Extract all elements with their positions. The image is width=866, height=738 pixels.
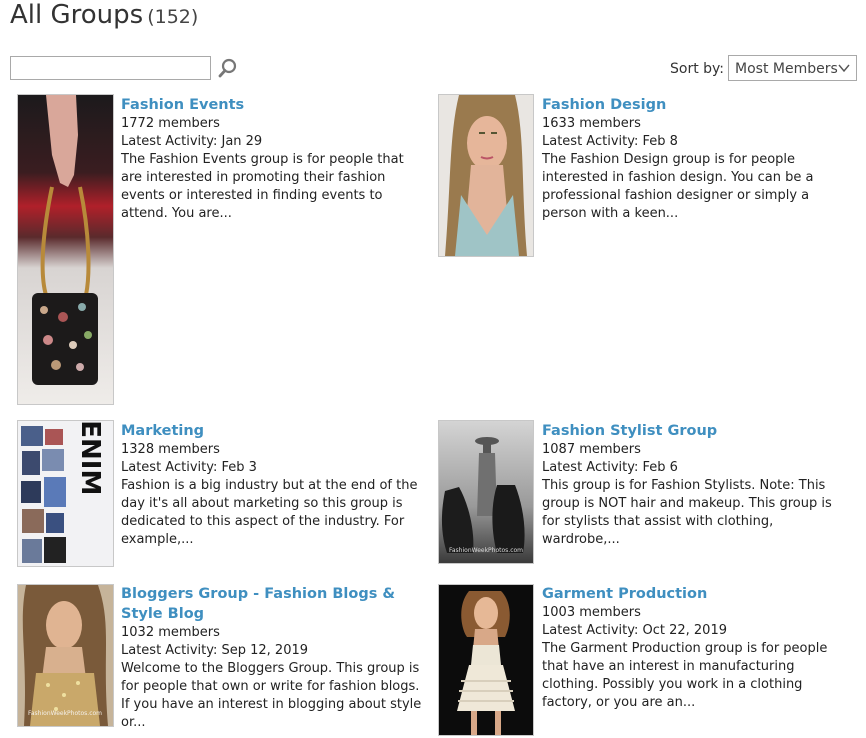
- group-latest-activity: Latest Activity: Feb 8: [542, 134, 678, 149]
- group-latest-activity: Latest Activity: Sep 12, 2019: [121, 643, 309, 658]
- group-description: The Garment Production group is for peop…: [542, 641, 828, 710]
- group-members: 1633 members: [542, 116, 641, 131]
- group-thumbnail-fashion-events[interactable]: [17, 94, 114, 405]
- group-thumbnail-fashion-design[interactable]: [438, 94, 534, 257]
- group-name-link[interactable]: Bloggers Group - Fashion Blogs & Style B…: [121, 584, 431, 624]
- group-thumbnail-bloggers[interactable]: FashionWeekPhotos.com: [17, 584, 114, 727]
- group-name-link[interactable]: Fashion Stylist Group: [542, 421, 842, 441]
- group-description: The Fashion Design group is for people i…: [542, 152, 814, 221]
- group-latest-activity: Latest Activity: Feb 6: [542, 460, 678, 475]
- group-info-fashion-events: Fashion Events 1772 members Latest Activ…: [121, 95, 421, 223]
- group-latest-activity: Latest Activity: Oct 22, 2019: [542, 623, 727, 638]
- denim-thumbnail-text: DENIM: [75, 421, 105, 495]
- sort-selected-value: Most Members: [735, 61, 838, 77]
- chevron-down-icon: [838, 64, 850, 73]
- blogger-thumbnail-caption: FashionWeekPhotos.com: [28, 710, 102, 717]
- page-title: All Groups (152): [10, 0, 198, 30]
- group-name-link[interactable]: Marketing: [121, 421, 421, 441]
- sort-label: Sort by:: [670, 61, 725, 77]
- search-icon[interactable]: [217, 57, 239, 79]
- stylist-thumbnail-caption: FashionWeekPhotos.com: [449, 547, 523, 554]
- group-members: 1772 members: [121, 116, 220, 131]
- group-name-link[interactable]: Fashion Design: [542, 95, 842, 115]
- group-members: 1087 members: [542, 442, 641, 457]
- group-name-link[interactable]: Garment Production: [542, 584, 852, 604]
- page-title-text: All Groups: [10, 0, 144, 30]
- group-description: This group is for Fashion Stylists. Note…: [542, 478, 832, 547]
- group-info-garment-production: Garment Production 1003 members Latest A…: [542, 584, 852, 712]
- group-info-marketing: Marketing 1328 members Latest Activity: …: [121, 421, 421, 549]
- group-thumbnail-marketing[interactable]: DENIM: [17, 420, 114, 567]
- group-members: 1003 members: [542, 605, 641, 620]
- group-members: 1328 members: [121, 442, 220, 457]
- group-latest-activity: Latest Activity: Feb 3: [121, 460, 257, 475]
- group-members: 1032 members: [121, 625, 220, 640]
- group-latest-activity: Latest Activity: Jan 29: [121, 134, 263, 149]
- group-info-fashion-design: Fashion Design 1633 members Latest Activ…: [542, 95, 842, 223]
- sort-select[interactable]: Most Members: [728, 55, 857, 81]
- group-description: Welcome to the Bloggers Group. This grou…: [121, 661, 422, 730]
- group-info-bloggers: Bloggers Group - Fashion Blogs & Style B…: [121, 584, 431, 732]
- group-thumbnail-garment-production[interactable]: [438, 584, 534, 736]
- group-info-fashion-stylist: Fashion Stylist Group 1087 members Lates…: [542, 421, 842, 549]
- search-input[interactable]: [10, 56, 211, 80]
- group-count: (152): [147, 6, 199, 28]
- group-description: The Fashion Events group is for people t…: [121, 152, 404, 221]
- group-description: Fashion is a big industry but at the end…: [121, 478, 418, 547]
- group-thumbnail-fashion-stylist[interactable]: FashionWeekPhotos.com: [438, 420, 534, 564]
- group-name-link[interactable]: Fashion Events: [121, 95, 421, 115]
